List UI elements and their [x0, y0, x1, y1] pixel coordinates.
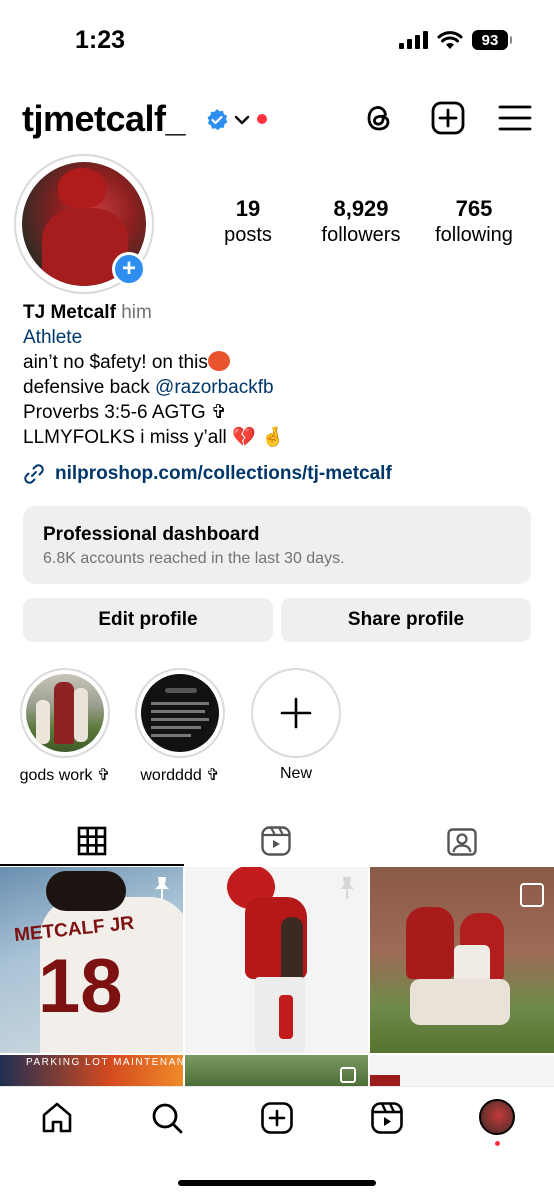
stat-followers[interactable]: 8,929 followers [313, 196, 409, 247]
stat-label: posts [224, 224, 272, 246]
bio-line: LLMYFOLKS i miss y’all 💔 🤞 [23, 425, 533, 450]
stat-label: following [435, 224, 513, 246]
post-jersey-number: 18 [38, 944, 123, 1029]
profile-header: tjmetcalf_ [0, 92, 554, 148]
threads-icon[interactable] [361, 100, 397, 136]
hair-shape [46, 871, 126, 911]
status-time: 1:23 [75, 26, 126, 54]
highlight-label: wordddd ✞ [140, 767, 220, 784]
grid-post[interactable]: METCALF JR 18 [0, 867, 183, 1053]
crossed-fingers-emoji-icon: 🤞 [261, 427, 285, 448]
broken-heart-emoji-icon: 💔 [232, 427, 256, 448]
bio: TJ Metcalf him Athlete ain’t no $afety! … [23, 300, 533, 450]
bio-line: Proverbs 3:5-6 AGTG ✞ [23, 402, 227, 423]
glove-shape [279, 995, 293, 1039]
share-profile-button[interactable]: Share profile [281, 598, 531, 642]
bio-name-row: TJ Metcalf him [23, 300, 533, 325]
display-name: TJ Metcalf [23, 302, 116, 323]
new-highlight-button[interactable]: New [251, 668, 341, 783]
home-icon[interactable] [40, 1101, 74, 1135]
multi-photo-icon [520, 883, 544, 907]
search-icon[interactable] [150, 1101, 184, 1135]
chevron-down-icon[interactable] [234, 113, 250, 127]
multi-photo-icon [340, 1067, 356, 1083]
stat-value: 19 [235, 196, 261, 221]
highlight-label: gods work ✞ [19, 767, 111, 784]
pinned-icon [155, 877, 169, 899]
highlight-label: New [279, 765, 312, 782]
bio-line: defensive back @razorbackfb [23, 375, 533, 400]
menu-icon[interactable] [497, 100, 533, 136]
username[interactable]: tjmetcalf_ [22, 98, 186, 140]
grid-post[interactable]: PARKING LOT MAINTENANCE [0, 1055, 183, 1086]
bio-line: ain’t no $afety! on this [23, 350, 533, 375]
status-icons: 93 [399, 30, 512, 50]
active-tab-indicator [0, 864, 184, 866]
highlight-item[interactable]: wordddd ✞ [135, 668, 225, 785]
post-banner-text: PARKING LOT MAINTENANCE [26, 1057, 183, 1068]
bio-text: ain’t no $afety! on this [23, 352, 208, 373]
home-indicator [178, 1180, 376, 1186]
profile-tabs [0, 815, 554, 867]
stat-value: 765 [455, 196, 493, 221]
reels-icon[interactable] [370, 1101, 404, 1135]
edit-profile-button[interactable]: Edit profile [23, 598, 273, 642]
create-post-icon[interactable] [260, 1101, 294, 1135]
profile-avatar-tab[interactable] [479, 1099, 515, 1135]
player-legs-shape [410, 979, 510, 1025]
highlight-ring [135, 668, 225, 758]
bio-link-text[interactable]: nilproshop.com/collections/tj-metcalf [55, 463, 392, 485]
link-icon [24, 464, 44, 484]
player-shape [406, 907, 454, 979]
create-post-icon[interactable] [430, 100, 466, 136]
notification-dot [257, 114, 267, 124]
stat-following[interactable]: 765 following [427, 196, 521, 247]
stat-value: 8,929 [333, 196, 389, 221]
post-shape [370, 1075, 400, 1086]
cellular-signal-icon [399, 31, 428, 49]
notification-dot [495, 1141, 500, 1146]
highlight-item[interactable]: gods work ✞ [20, 668, 110, 785]
add-story-button[interactable]: + [112, 252, 146, 286]
grid-post[interactable] [185, 867, 368, 1053]
highlight-cover [141, 674, 219, 752]
tagged-user-icon [447, 828, 477, 856]
status-bar: 1:23 93 [0, 0, 554, 80]
stat-label: followers [321, 224, 401, 246]
pronouns: him [121, 302, 152, 323]
grid-post[interactable] [185, 1055, 368, 1086]
plus-icon [280, 697, 312, 729]
avatar-helmet-shape [58, 168, 106, 208]
mention-link[interactable]: @razorbackfb [155, 377, 274, 398]
grid-icon [77, 826, 107, 856]
reels-icon [261, 826, 291, 856]
highlight-ring [251, 668, 341, 758]
grid-post[interactable] [370, 1055, 554, 1086]
pinned-icon [340, 877, 354, 899]
verified-badge-icon [207, 109, 228, 131]
professional-dashboard[interactable]: Professional dashboard 6.8K accounts rea… [23, 506, 531, 584]
stat-posts[interactable]: 19 posts [218, 196, 278, 247]
tab-reels[interactable] [184, 815, 368, 867]
wifi-icon [437, 31, 463, 49]
tab-tagged[interactable] [370, 815, 554, 867]
dashboard-subtitle: 6.8K accounts reached in the last 30 day… [43, 550, 345, 567]
profile-category[interactable]: Athlete [23, 325, 533, 350]
battery-icon: 93 [472, 30, 512, 50]
grid-post[interactable] [370, 867, 554, 1053]
cursing-face-emoji-icon [207, 351, 230, 371]
bio-text: defensive back [23, 377, 156, 398]
highlight-cover [26, 674, 104, 752]
bio-text: LLMYFOLKS i miss y’all [23, 427, 227, 448]
dashboard-title: Professional dashboard [43, 524, 260, 545]
highlight-ring [20, 668, 110, 758]
bio-link[interactable]: nilproshop.com/collections/tj-metcalf [23, 463, 392, 485]
tab-posts-grid[interactable] [0, 815, 184, 867]
